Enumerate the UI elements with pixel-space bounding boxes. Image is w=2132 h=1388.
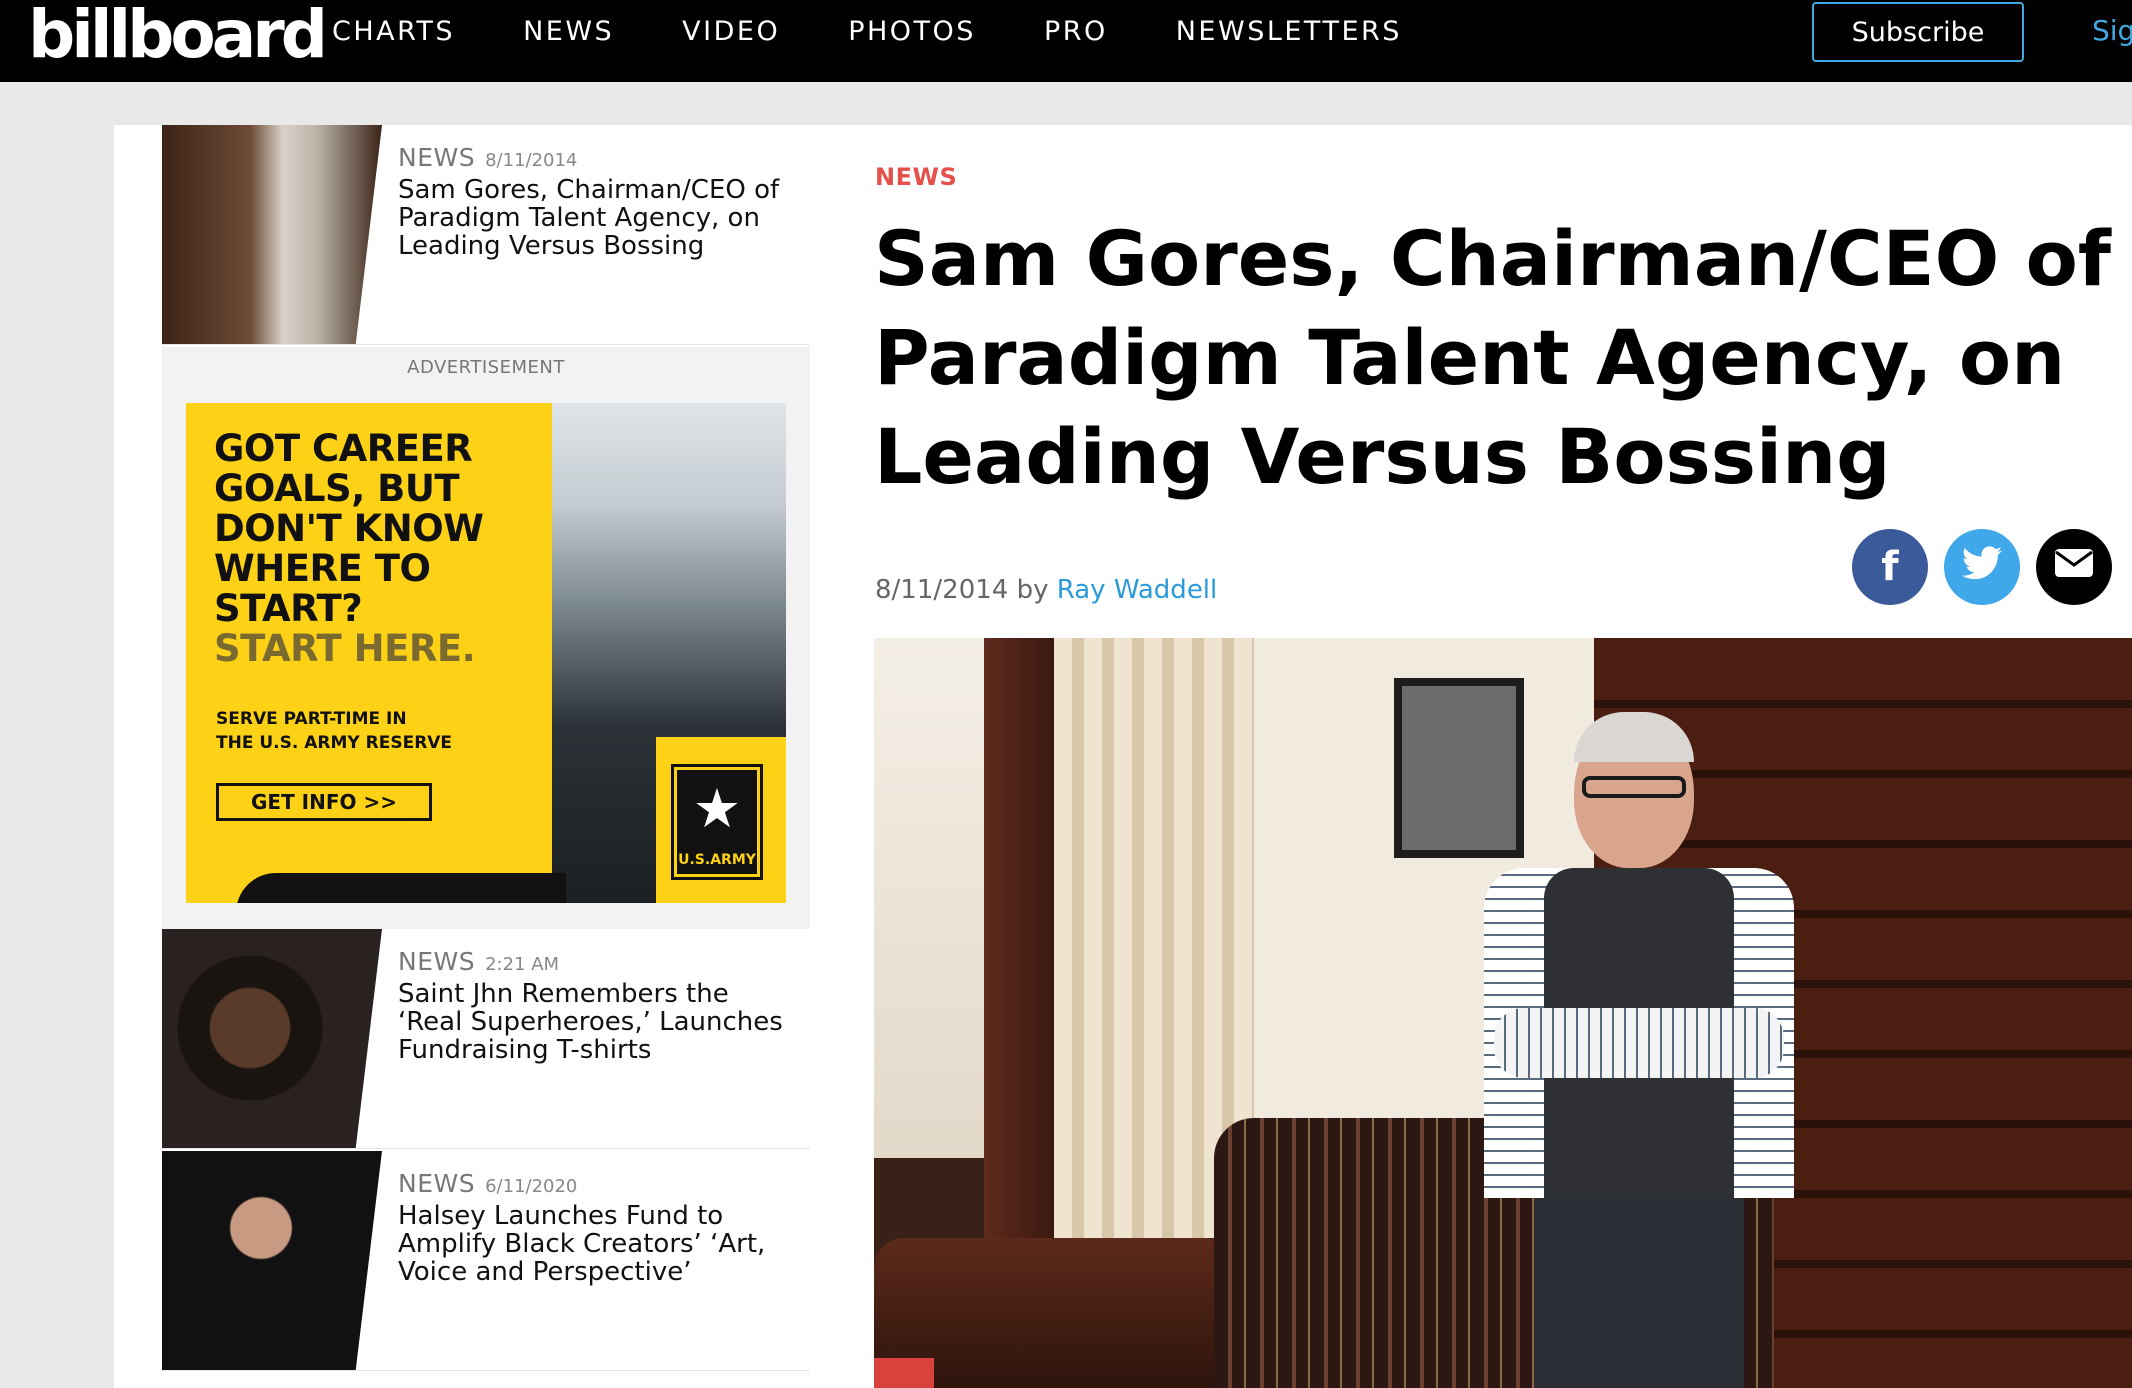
article-date: 8/11/2014	[875, 575, 1009, 605]
sidebar-article-item[interactable]: NEWS 6/11/2020 Halsey Launches Fund to A…	[162, 1151, 810, 1371]
article-hero-image	[874, 638, 2132, 1388]
article-headline-link[interactable]: Sam Gores, Chairman/CEO of Paradigm Tale…	[398, 176, 798, 260]
top-nav: billboard CHARTS NEWS VIDEO PHOTOS PRO N…	[0, 0, 2132, 82]
advertisement-label: ADVERTISEMENT	[407, 357, 565, 378]
facebook-icon: f	[1881, 544, 1899, 590]
sidebar-article-text: NEWS 6/11/2020 Halsey Launches Fund to A…	[398, 1169, 798, 1286]
article-title: Sam Gores, Chairman/CEO of Paradigm Tale…	[874, 214, 2111, 501]
article-thumbnail[interactable]	[162, 929, 382, 1148]
byline-by: by	[1016, 575, 1049, 605]
nav-newsletters[interactable]: NEWSLETTERS	[1176, 16, 1402, 47]
article-date: 6/11/2020	[485, 1176, 578, 1197]
ad-subtext: SERVE PART-TIME IN THE U.S. ARMY RESERVE	[216, 709, 453, 753]
sidebar-article-item[interactable]: NEWS 8/11/2014 Sam Gores, Chairman/CEO o…	[162, 125, 810, 345]
army-star-logo: ★ U.S.ARMY	[671, 764, 763, 880]
nav-news[interactable]: NEWS	[523, 16, 614, 47]
sidebar: NEWS 8/11/2014 Sam Gores, Chairman/CEO o…	[114, 125, 810, 1388]
article-thumbnail[interactable]	[162, 125, 382, 344]
article-kicker[interactable]: NEWS	[875, 163, 957, 191]
article-byline: 8/11/2014 by Ray Waddell	[875, 575, 1217, 605]
nav-photos[interactable]: PHOTOS	[848, 16, 976, 47]
sidebar-article-item[interactable]: NEWS 2:21 AM Saint Jhn Remembers the ‘Re…	[162, 929, 810, 1149]
billboard-logo[interactable]: billboard	[28, 2, 328, 68]
twitter-share-button[interactable]	[1944, 529, 2020, 605]
facebook-share-button[interactable]: f	[1852, 529, 1928, 605]
article-category: NEWS	[398, 143, 476, 172]
nav-video[interactable]: VIDEO	[682, 16, 780, 47]
ad-get-info-button[interactable]: GET INFO >>	[216, 783, 432, 821]
main-nav-links: CHARTS NEWS VIDEO PHOTOS PRO NEWSLETTERS	[332, 16, 1470, 47]
ad-headline: GOT CAREER GOALS, BUT DON'T KNOW WHERE T…	[214, 427, 484, 670]
star-icon: ★	[692, 777, 742, 840]
author-link[interactable]: Ray Waddell	[1057, 575, 1218, 605]
article-headline-link[interactable]: Halsey Launches Fund to Amplify Black Cr…	[398, 1202, 798, 1286]
twitter-icon	[1962, 545, 2002, 589]
sign-in-link[interactable]: Sig	[2092, 14, 2132, 47]
nav-pro[interactable]: PRO	[1044, 16, 1108, 47]
email-share-button[interactable]	[2036, 529, 2112, 605]
article-date: 8/11/2014	[485, 150, 578, 171]
article-date: 2:21 AM	[485, 954, 560, 975]
article-thumbnail[interactable]	[162, 1151, 382, 1370]
article-headline-link[interactable]: Saint Jhn Remembers the ‘Real Superheroe…	[398, 980, 798, 1064]
nav-charts[interactable]: CHARTS	[332, 16, 455, 47]
article-category: NEWS	[398, 947, 476, 976]
article-main: NEWS Sam Gores, Chairman/CEO of Paradigm…	[810, 125, 2132, 1388]
subscribe-button[interactable]: Subscribe	[1812, 2, 2024, 62]
email-icon	[2054, 548, 2094, 586]
article-category: NEWS	[398, 1169, 476, 1198]
army-logo-panel: ★ U.S.ARMY	[656, 737, 786, 903]
sidebar-article-text: NEWS 2:21 AM Saint Jhn Remembers the ‘Re…	[398, 947, 798, 1064]
army-reserve-ad[interactable]: GOT CAREER GOALS, BUT DON'T KNOW WHERE T…	[186, 403, 786, 903]
sidebar-article-text: NEWS 8/11/2014 Sam Gores, Chairman/CEO o…	[398, 143, 798, 260]
